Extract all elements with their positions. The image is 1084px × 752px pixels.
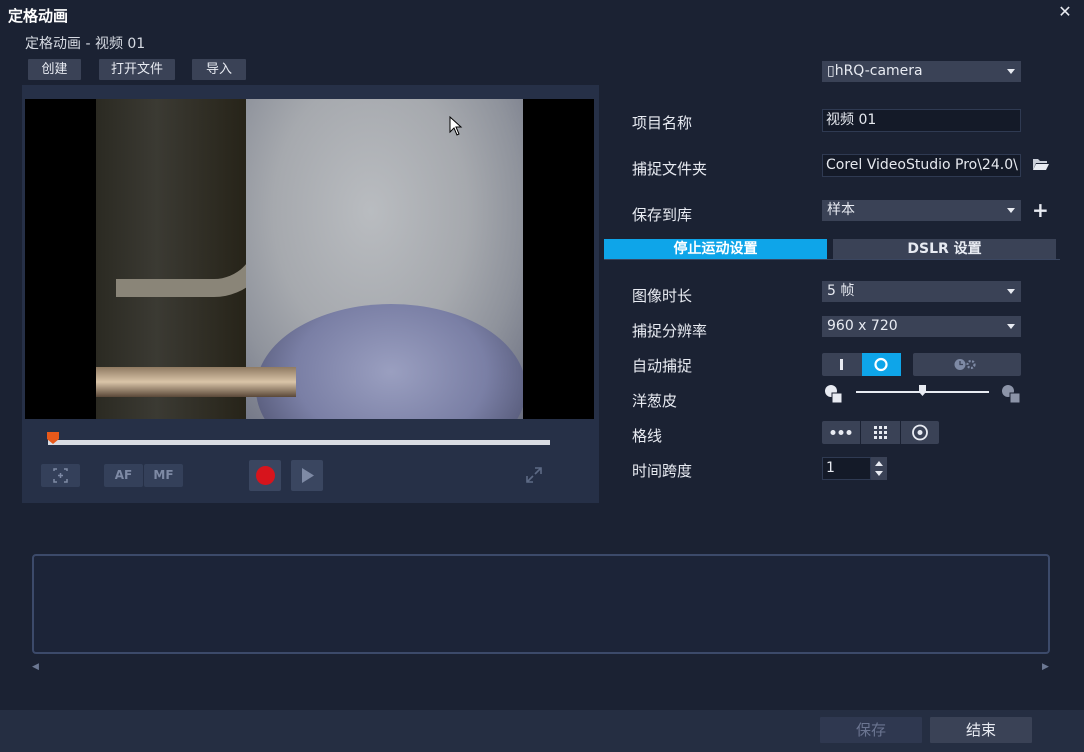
mf-button[interactable]: MF xyxy=(144,464,183,487)
image-duration-value: 5 帧 xyxy=(827,283,855,299)
tab-dslr-settings[interactable]: DSLR 设置 xyxy=(833,239,1056,259)
chevron-down-icon xyxy=(1007,324,1015,329)
grid-icon xyxy=(874,426,887,439)
camera-select[interactable]: ▯hRQ-camera xyxy=(822,61,1021,82)
capture-folder-input[interactable]: Corel VideoStudio Pro\24.0\ xyxy=(822,154,1021,177)
image-duration-select[interactable]: 5 帧 xyxy=(822,281,1021,302)
chevron-down-icon xyxy=(1007,208,1015,213)
mouse-cursor-icon xyxy=(449,116,463,136)
record-button[interactable] xyxy=(249,460,281,491)
focus-frame-button[interactable] xyxy=(41,464,80,487)
gridlines-label: 格线 xyxy=(632,427,663,445)
play-icon xyxy=(302,468,314,483)
camera-select-value: ▯hRQ-camera xyxy=(827,63,923,79)
focus-icon xyxy=(53,468,68,483)
capture-resolution-label: 捕捉分辨率 xyxy=(632,322,708,340)
fullscreen-icon[interactable] xyxy=(525,466,543,484)
time-span-input[interactable]: 1 xyxy=(822,457,871,480)
chevron-down-icon xyxy=(1007,69,1015,74)
record-icon xyxy=(256,466,275,485)
time-span-label: 时间跨度 xyxy=(632,462,693,480)
auto-capture-toggle[interactable] xyxy=(822,353,901,376)
capture-resolution-value: 960 x 720 xyxy=(827,318,898,334)
add-library-icon[interactable]: + xyxy=(1032,199,1049,221)
capture-resolution-select[interactable]: 960 x 720 xyxy=(822,316,1021,337)
window-title: 定格动画 xyxy=(8,7,69,25)
chevron-down-icon xyxy=(1007,289,1015,294)
onion-skin-slider-handle[interactable] xyxy=(919,385,926,396)
onion-skin-min-icon xyxy=(825,385,843,404)
timeline-scrubber[interactable] xyxy=(48,440,550,445)
captured-frames-panel[interactable] xyxy=(32,554,1050,654)
project-name-input[interactable]: 视频 01 xyxy=(822,109,1021,132)
tab-stop-motion-settings[interactable]: 停止运动设置 xyxy=(604,239,827,259)
scroll-left-icon[interactable]: ◀ xyxy=(32,662,39,672)
auto-capture-timer-button[interactable] xyxy=(913,353,1021,376)
folder-icon[interactable] xyxy=(1032,157,1050,172)
save-to-library-label: 保存到库 xyxy=(632,206,693,224)
camera-preview xyxy=(25,99,594,419)
target-icon xyxy=(912,424,928,441)
play-button[interactable] xyxy=(291,460,323,491)
capture-folder-label: 捕捉文件夹 xyxy=(632,160,708,178)
dots-icon xyxy=(830,430,852,435)
gridlines-options[interactable] xyxy=(822,421,939,444)
onion-skin-max-icon xyxy=(1002,385,1021,404)
time-span-stepper[interactable] xyxy=(871,457,887,480)
scroll-right-icon[interactable]: ▶ xyxy=(1042,662,1049,672)
auto-capture-label: 自动捕捉 xyxy=(632,357,693,375)
timer-settings-icon xyxy=(954,359,976,370)
close-icon[interactable]: ✕ xyxy=(1057,3,1073,21)
image-duration-label: 图像时长 xyxy=(632,287,693,305)
save-button[interactable]: 保存 xyxy=(820,717,922,743)
finish-button[interactable]: 结束 xyxy=(930,717,1032,743)
camera-frame xyxy=(96,99,523,419)
chevron-up-icon xyxy=(875,461,883,466)
onion-skin-label: 洋葱皮 xyxy=(632,392,678,410)
library-select[interactable]: 样本 xyxy=(822,200,1021,221)
create-button[interactable]: 创建 xyxy=(28,59,81,80)
scrubber-handle[interactable] xyxy=(47,432,59,444)
project-name-label: 项目名称 xyxy=(632,114,693,132)
library-select-value: 样本 xyxy=(827,202,855,218)
project-subtitle: 定格动画 - 视频 01 xyxy=(25,36,146,52)
import-button[interactable]: 导入 xyxy=(192,59,246,80)
chevron-down-icon xyxy=(875,471,883,476)
open-file-button[interactable]: 打开文件 xyxy=(99,59,175,80)
af-button[interactable]: AF xyxy=(104,464,143,487)
